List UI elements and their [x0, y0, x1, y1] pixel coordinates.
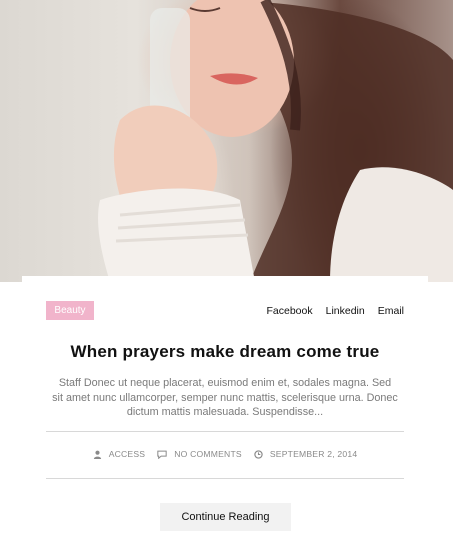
- post-meta: ACCESS NO COMMENTS SEPTEMBER 2, 2014: [22, 449, 428, 459]
- post-card: Beauty Facebook Linkedin Email When pray…: [22, 276, 428, 553]
- divider-top: [46, 431, 404, 432]
- post-title[interactable]: When prayers make dream come true: [22, 342, 428, 362]
- post-excerpt: Staff Donec ut neque placerat, euismod e…: [52, 377, 398, 418]
- divider-bottom: [46, 478, 404, 479]
- share-linkedin-link[interactable]: Linkedin: [326, 305, 365, 317]
- clock-icon: [254, 449, 263, 459]
- category-badge[interactable]: Beauty: [46, 301, 94, 320]
- author-name: ACCESS: [108, 449, 146, 459]
- post-date: SEPTEMBER 2, 2014: [269, 449, 358, 459]
- comments-count: NO COMMENTS: [174, 449, 242, 459]
- meta-comments[interactable]: NO COMMENTS: [157, 449, 242, 459]
- user-icon: [93, 450, 101, 459]
- continue-reading-button[interactable]: Continue Reading: [160, 503, 291, 531]
- meta-author[interactable]: ACCESS: [93, 449, 146, 459]
- share-email-link[interactable]: Email: [378, 305, 404, 317]
- hero-illustration: [98, 0, 453, 282]
- hero-image[interactable]: [0, 0, 453, 282]
- meta-date: SEPTEMBER 2, 2014: [254, 449, 357, 459]
- share-facebook-link[interactable]: Facebook: [266, 305, 312, 317]
- comment-icon: [157, 450, 167, 459]
- share-links: Facebook Linkedin Email: [266, 305, 404, 317]
